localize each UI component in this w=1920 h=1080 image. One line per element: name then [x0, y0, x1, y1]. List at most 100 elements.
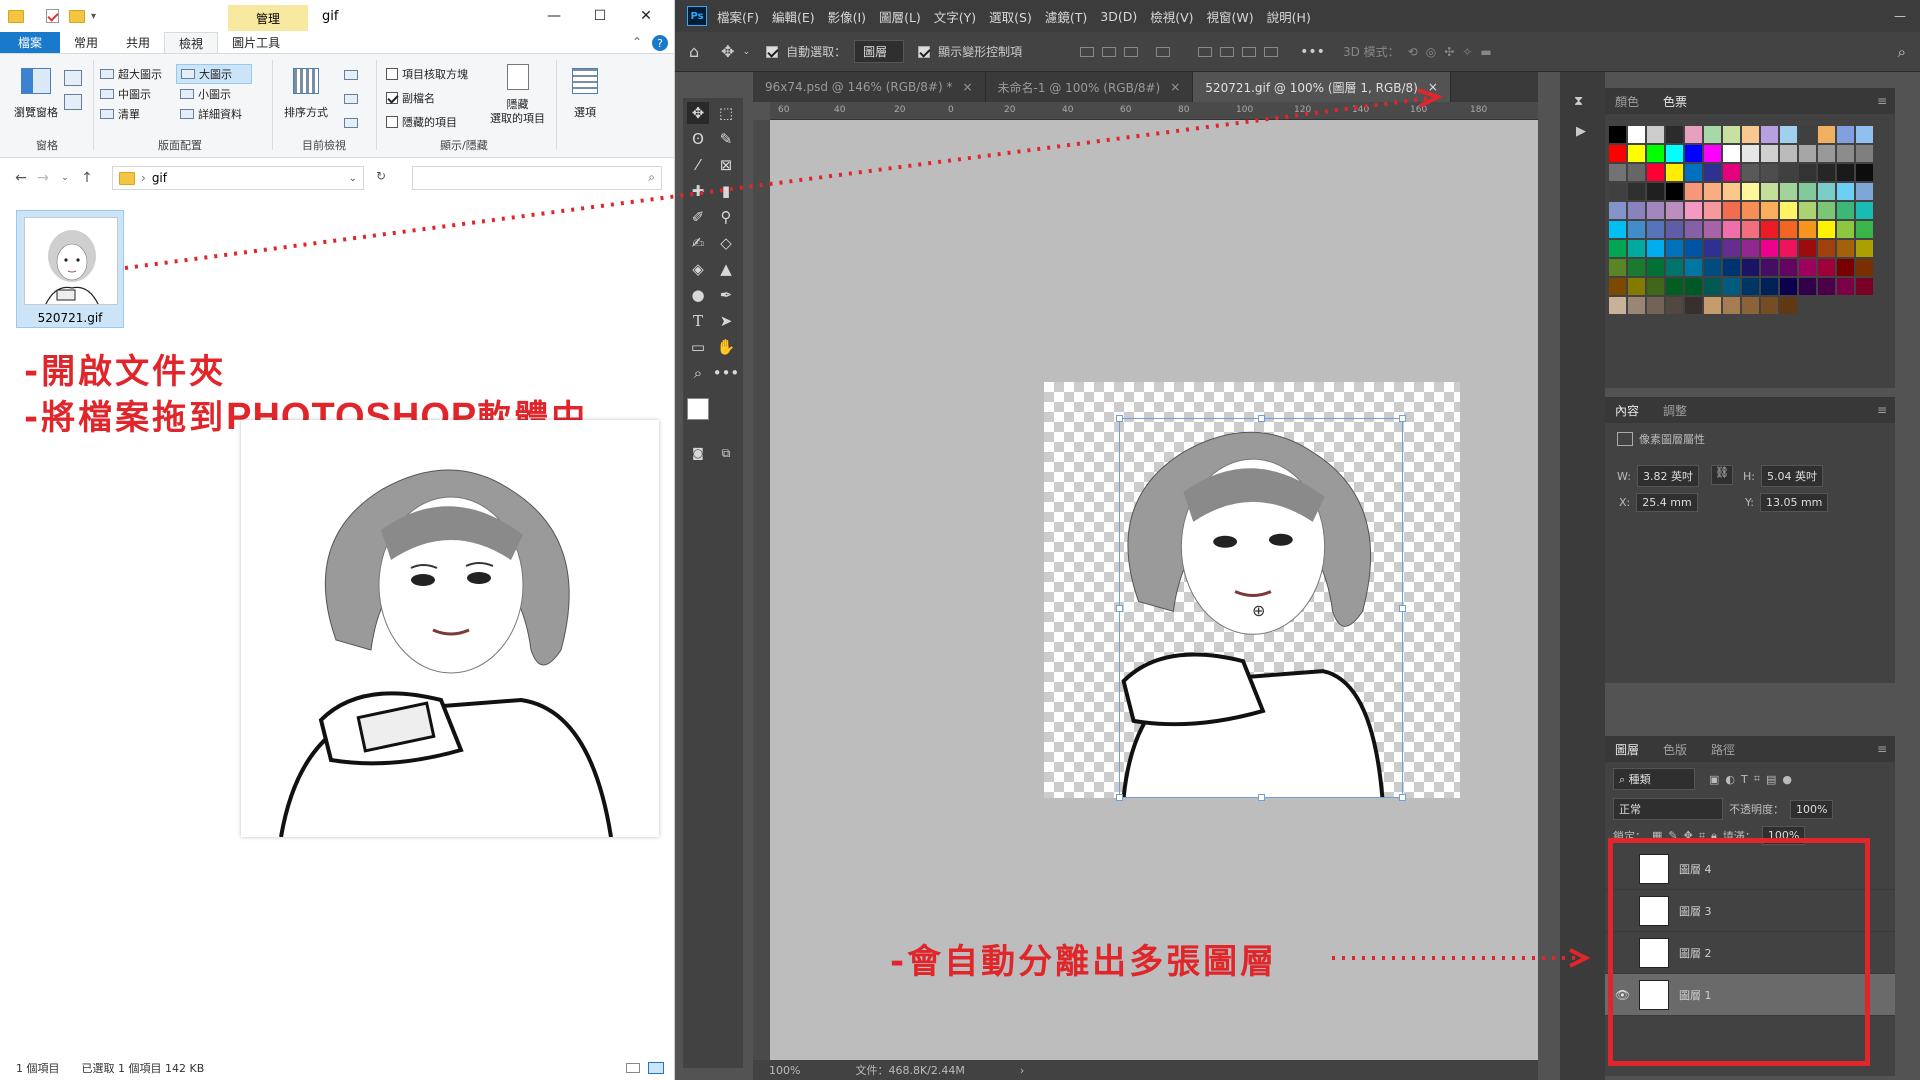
- color-swatch[interactable]: [1761, 221, 1778, 238]
- menu-3d[interactable]: 3D(D): [1100, 9, 1137, 24]
- menu-type[interactable]: 文字(Y): [934, 7, 976, 26]
- color-swatch[interactable]: [1837, 126, 1854, 143]
- doc-tab-active[interactable]: 520721.gif @ 100% (圖層 1, RGB/8) ×: [1193, 72, 1451, 102]
- breadcrumb[interactable]: gif: [152, 171, 167, 185]
- manage-context-tab[interactable]: 管理: [228, 5, 308, 31]
- color-swatch[interactable]: [1723, 164, 1740, 181]
- color-swatch[interactable]: [1856, 145, 1873, 162]
- color-swatch[interactable]: [1742, 145, 1759, 162]
- item-checkboxes-toggle[interactable]: 項目核取方塊: [386, 66, 468, 82]
- tab-swatches[interactable]: 色票: [1663, 93, 1687, 110]
- color-swatch[interactable]: [1818, 145, 1835, 162]
- up-arrow-icon[interactable]: ↑: [76, 170, 98, 186]
- color-swatch[interactable]: [1628, 297, 1645, 314]
- eraser-tool-icon[interactable]: ◇: [715, 232, 737, 254]
- tab-file[interactable]: 檔案: [0, 32, 61, 53]
- 3d-slide-icon[interactable]: ✧: [1462, 45, 1472, 59]
- color-swatch[interactable]: [1704, 297, 1721, 314]
- layer-filter-dropdown[interactable]: ⌕ 種類: [1613, 768, 1695, 790]
- tab-color[interactable]: 顏色: [1615, 93, 1639, 110]
- hidden-items-toggle[interactable]: 隱藏的項目: [386, 114, 457, 130]
- pen-tool-icon[interactable]: ✒: [715, 284, 737, 306]
- color-swatch[interactable]: [1742, 183, 1759, 200]
- color-swatch[interactable]: [1837, 240, 1854, 257]
- preview-pane-icon[interactable]: [64, 70, 82, 86]
- search-input[interactable]: ⌕: [412, 166, 662, 190]
- zoom-tool-icon[interactable]: ⌕: [687, 362, 709, 384]
- transform-handle[interactable]: [1399, 794, 1406, 801]
- color-swatch[interactable]: [1761, 126, 1778, 143]
- quick-select-tool-icon[interactable]: ✎: [715, 128, 737, 150]
- color-swatch[interactable]: [1685, 297, 1702, 314]
- details-view-icon[interactable]: [626, 1063, 640, 1073]
- color-swatch[interactable]: [1666, 297, 1683, 314]
- panel-menu-icon[interactable]: ≡: [1877, 403, 1887, 417]
- color-swatch[interactable]: [1856, 183, 1873, 200]
- filter-pixel-icon[interactable]: ▣: [1709, 773, 1719, 786]
- menu-filter[interactable]: 濾鏡(T): [1045, 7, 1087, 26]
- color-swatch[interactable]: [1761, 278, 1778, 295]
- ruler-tool-icon[interactable]: ▮: [715, 180, 737, 202]
- edit-toolbar-icon[interactable]: •••: [713, 362, 740, 384]
- color-swatch[interactable]: [1837, 221, 1854, 238]
- color-swatch[interactable]: [1704, 126, 1721, 143]
- home-icon[interactable]: ⌂: [689, 42, 699, 61]
- color-swatch[interactable]: [1647, 183, 1664, 200]
- distribute-vertical-icon[interactable]: [1264, 46, 1279, 57]
- transform-handle[interactable]: [1258, 415, 1265, 422]
- align-top-icon[interactable]: [1198, 46, 1213, 57]
- color-swatch[interactable]: [1723, 221, 1740, 238]
- tab-adjustments[interactable]: 調整: [1663, 402, 1687, 419]
- color-swatch[interactable]: [1742, 259, 1759, 276]
- details-pane-icon[interactable]: [64, 94, 82, 110]
- help-icon[interactable]: ?: [652, 35, 668, 51]
- color-swatch[interactable]: [1780, 145, 1797, 162]
- color-swatch[interactable]: [1685, 259, 1702, 276]
- color-swatch[interactable]: [1742, 164, 1759, 181]
- color-swatch[interactable]: [1685, 164, 1702, 181]
- color-swatch[interactable]: [1704, 202, 1721, 219]
- marquee-tool-icon[interactable]: ⬚: [715, 102, 737, 124]
- document-canvas[interactable]: ⊕: [1044, 382, 1460, 801]
- align-bottom-icon[interactable]: [1242, 46, 1257, 57]
- tab-view[interactable]: 檢視: [164, 32, 219, 53]
- color-swatch[interactable]: [1780, 221, 1797, 238]
- tab-channels[interactable]: 色版: [1663, 741, 1687, 758]
- forward-arrow-icon[interactable]: →: [32, 170, 54, 186]
- tab-picture-tools[interactable]: 圖片工具: [218, 32, 294, 53]
- color-swatch[interactable]: [1799, 145, 1816, 162]
- color-swatch[interactable]: [1742, 202, 1759, 219]
- color-swatch[interactable]: [1609, 221, 1626, 238]
- menu-view[interactable]: 檢視(V): [1150, 7, 1193, 26]
- y-field[interactable]: 13.05 mm: [1759, 493, 1829, 512]
- menu-layer[interactable]: 圖層(L): [879, 7, 921, 26]
- color-swatch[interactable]: [1742, 221, 1759, 238]
- layout-small[interactable]: 小圖示: [180, 86, 231, 102]
- canvas-workspace[interactable]: ⊕: [770, 120, 1538, 1060]
- 3d-pan-icon[interactable]: ✣: [1444, 45, 1454, 59]
- move-tool-icon[interactable]: ✥: [721, 42, 734, 61]
- address-dropdown-icon[interactable]: ⌄: [349, 173, 357, 184]
- transform-handle[interactable]: [1116, 794, 1123, 801]
- tab-share[interactable]: 共用: [112, 32, 164, 53]
- tab-paths[interactable]: 路徑: [1711, 741, 1735, 758]
- color-swatch[interactable]: [1666, 259, 1683, 276]
- layout-details[interactable]: 詳細資料: [180, 106, 242, 122]
- move-tool-icon[interactable]: ✥: [687, 102, 709, 124]
- color-swatch[interactable]: [1609, 126, 1626, 143]
- color-swatch[interactable]: [1666, 240, 1683, 257]
- align-right-icon[interactable]: [1124, 46, 1139, 57]
- history-brush-tool-icon[interactable]: ✍: [687, 232, 709, 254]
- recent-locations-icon[interactable]: ⌄: [54, 173, 76, 183]
- color-swatch[interactable]: [1704, 278, 1721, 295]
- hand-tool-icon[interactable]: ✋: [715, 336, 737, 358]
- color-swatch[interactable]: [1666, 221, 1683, 238]
- color-swatch[interactable]: [1647, 221, 1664, 238]
- filter-shape-icon[interactable]: ⌗: [1754, 772, 1760, 786]
- color-swatch[interactable]: [1780, 183, 1797, 200]
- eyedropper-tool-icon[interactable]: ⁄: [687, 154, 709, 176]
- layout-extra-large[interactable]: 超大圖示: [100, 66, 162, 82]
- color-swatch[interactable]: [1647, 126, 1664, 143]
- color-swatch[interactable]: [1609, 183, 1626, 200]
- filter-toggle-icon[interactable]: ●: [1782, 773, 1792, 786]
